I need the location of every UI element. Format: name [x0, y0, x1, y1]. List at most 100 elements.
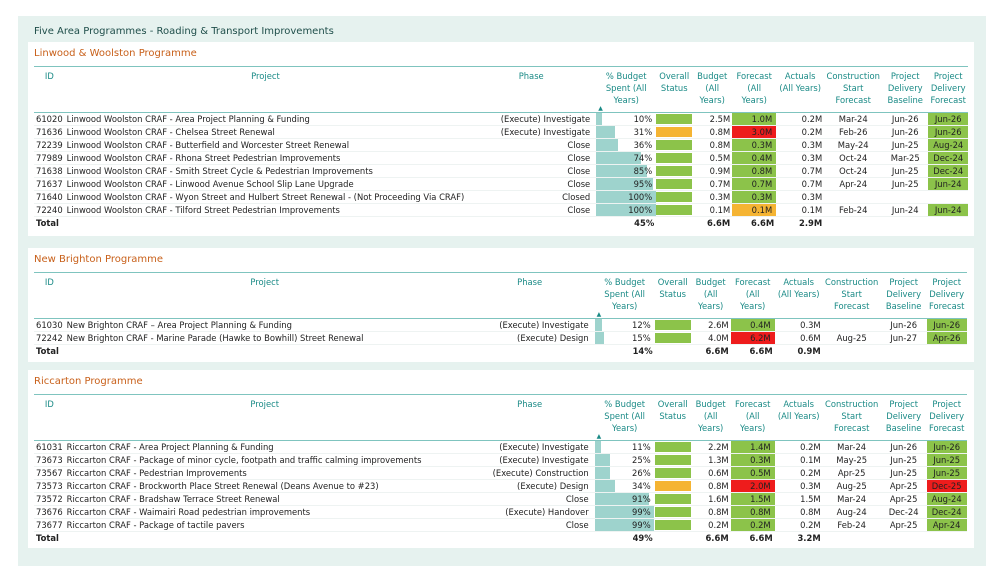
column-header-label: Construction Start Forecast [826, 71, 880, 105]
table-row[interactable]: 73573 Riccarton CRAF - Brockworth Place S… [34, 479, 967, 493]
sort-ascending-icon[interactable]: ▲ [597, 312, 653, 318]
column-header-label: Actuals (All Years) [777, 277, 820, 299]
project-phase: Close [464, 518, 595, 532]
column-header-overall-status[interactable]: Overall Status [654, 272, 691, 319]
table-row[interactable]: 61030 New Brighton CRAF – Area Project Pl… [34, 318, 967, 332]
column-header-delivery-baseline[interactable]: Project Delivery Baseline [880, 394, 927, 441]
column-header-forecast[interactable]: Forecast (All Years) [730, 272, 775, 319]
actuals-value: 0.3M [774, 318, 823, 332]
table-row[interactable]: 72239 Linwood Woolston CRAF - Butterfield… [34, 138, 969, 152]
table-row[interactable]: 71637 Linwood Woolston CRAF - Linwood Ave… [34, 177, 969, 191]
delivery-baseline: Jun-26 [880, 440, 927, 454]
column-header-id[interactable]: ID [34, 394, 65, 441]
column-header-delivery-baseline[interactable]: Project Delivery Baseline [882, 66, 929, 113]
actuals-value: 0.8M [774, 505, 823, 519]
column-header-budget[interactable]: Budget (All Years) [690, 394, 731, 441]
table-row[interactable]: 73572 Riccarton CRAF - Bradshaw Terrace S… [34, 492, 967, 506]
total-spacer [824, 216, 883, 231]
table-row[interactable]: 73673 Riccarton CRAF - Package of minor c… [34, 453, 967, 467]
column-header-delivery-forecast[interactable]: Project Delivery Forecast [928, 66, 969, 113]
table-row[interactable]: 71636 Linwood Woolston CRAF - Chelsea Str… [34, 125, 969, 139]
status-indicator [656, 127, 693, 137]
budget-spent-value: 74% [633, 152, 653, 163]
sort-ascending-icon[interactable]: ▲ [597, 434, 653, 440]
table-row[interactable]: 71638 Linwood Woolston CRAF - Smith Stree… [34, 164, 969, 178]
forecast-value: 1.5M [730, 492, 775, 506]
sort-ascending-icon[interactable]: ▲ [598, 106, 654, 112]
column-header-label: Overall Status [657, 277, 688, 299]
budget-value: 4.0M [690, 331, 731, 345]
table-row[interactable]: 73677 Riccarton CRAF - Package of tactile… [34, 518, 967, 532]
budget-value: 2.5M [692, 112, 733, 126]
forecast-value: 0.2M [730, 518, 775, 532]
total-spacer [822, 344, 881, 359]
delivery-baseline: Dec-24 [880, 505, 927, 519]
project-id: 73567 [34, 466, 65, 480]
table-row[interactable]: 61031 Riccarton CRAF - Area Project Plann… [34, 440, 967, 454]
column-header-budget[interactable]: Budget (All Years) [690, 272, 731, 319]
column-header-project[interactable]: Project [64, 272, 465, 319]
delivery-baseline: Jun-26 [882, 112, 929, 126]
table-row[interactable]: 72240 Linwood Woolston CRAF - Tilford Str… [34, 203, 969, 217]
column-header-label: Project Delivery Baseline [885, 277, 922, 311]
forecast-value: 2.0M [730, 479, 775, 493]
column-header-construction-start[interactable]: Construction Start Forecast [824, 66, 883, 113]
column-header-label: Overall Status [659, 71, 690, 93]
column-header-project[interactable]: Project [64, 394, 465, 441]
table-row[interactable]: 77989 Linwood Woolston CRAF - Rhona Stree… [34, 151, 969, 165]
column-header-label: Budget (All Years) [695, 277, 726, 311]
table-row[interactable]: 73567 Riccarton CRAF - Pedestrian Improve… [34, 466, 967, 480]
project-name: Linwood Woolston CRAF - Tilford Street P… [64, 203, 467, 217]
column-header-delivery-forecast[interactable]: Project Delivery Forecast [926, 272, 967, 319]
forecast-value: 3.0M [732, 125, 777, 139]
column-header-project[interactable]: Project [64, 66, 467, 113]
column-header-overall-status[interactable]: Overall Status [656, 66, 693, 113]
total-forecast: 6.6M [732, 216, 777, 231]
column-header-label: Overall Status [657, 399, 688, 421]
project-name: New Brighton CRAF - Marine Parade (Hawke… [64, 331, 465, 345]
column-header-forecast[interactable]: Forecast (All Years) [730, 394, 775, 441]
budget-spent-bar [594, 319, 602, 331]
table-row[interactable]: 71640 Linwood Woolston CRAF - Wyon Street… [34, 190, 969, 204]
construction-start: Aug-25 [822, 331, 881, 345]
budget-value: 0.2M [690, 518, 731, 532]
column-header-delivery-forecast[interactable]: Project Delivery Forecast [926, 394, 967, 441]
column-header-label: Actuals (All Years) [777, 399, 820, 421]
column-header-id[interactable]: ID [34, 66, 65, 113]
delivery-baseline: Jun-25 [882, 164, 929, 178]
table-row[interactable]: 72242 New Brighton CRAF - Marine Parade (… [34, 331, 967, 345]
column-header-actuals[interactable]: Actuals (All Years) [774, 394, 823, 441]
column-header-id[interactable]: ID [34, 272, 65, 319]
column-header-phase[interactable]: Phase [466, 66, 597, 113]
column-header-pct-budget[interactable]: % Budget Spent (All Years) ▲ [596, 66, 657, 113]
delivery-forecast: Jun-24 [928, 203, 969, 217]
column-header-overall-status[interactable]: Overall Status [654, 394, 691, 441]
status-indicator [656, 153, 693, 163]
column-header-construction-start[interactable]: Construction Start Forecast [822, 272, 881, 319]
table-row[interactable]: 73676 Riccarton CRAF - Waimairi Road pede… [34, 505, 967, 519]
column-header-label: Project Delivery Forecast [928, 399, 965, 433]
budget-value: 0.5M [692, 151, 733, 165]
column-header-phase[interactable]: Phase [464, 394, 595, 441]
budget-value: 0.8M [690, 505, 731, 519]
forecast-value: 0.8M [730, 505, 775, 519]
column-header-pct-budget[interactable]: % Budget Spent (All Years) ▲ [594, 394, 655, 441]
column-header-actuals[interactable]: Actuals (All Years) [774, 272, 823, 319]
column-header-construction-start[interactable]: Construction Start Forecast [822, 394, 881, 441]
column-header-forecast[interactable]: Forecast (All Years) [732, 66, 777, 113]
column-header-budget[interactable]: Budget (All Years) [692, 66, 733, 113]
project-name: Riccarton CRAF - Package of minor cycle,… [64, 453, 465, 467]
column-header-delivery-baseline[interactable]: Project Delivery Baseline [880, 272, 927, 319]
column-header-pct-budget[interactable]: % Budget Spent (All Years) ▲ [594, 272, 655, 319]
status-indicator [654, 333, 691, 343]
project-id: 73677 [34, 518, 65, 532]
budget-spent-value: 25% [632, 454, 651, 465]
project-name: Linwood Woolston CRAF - Wyon Street and … [64, 190, 467, 204]
delivery-forecast: Jun-26 [928, 112, 969, 126]
total-spacer [654, 531, 691, 546]
column-header-phase[interactable]: Phase [464, 272, 595, 319]
total-spacer [64, 344, 465, 359]
forecast-value: 0.3M [732, 138, 777, 152]
table-row[interactable]: 61020 Linwood Woolston CRAF - Area Projec… [34, 112, 969, 126]
column-header-actuals[interactable]: Actuals (All Years) [776, 66, 825, 113]
